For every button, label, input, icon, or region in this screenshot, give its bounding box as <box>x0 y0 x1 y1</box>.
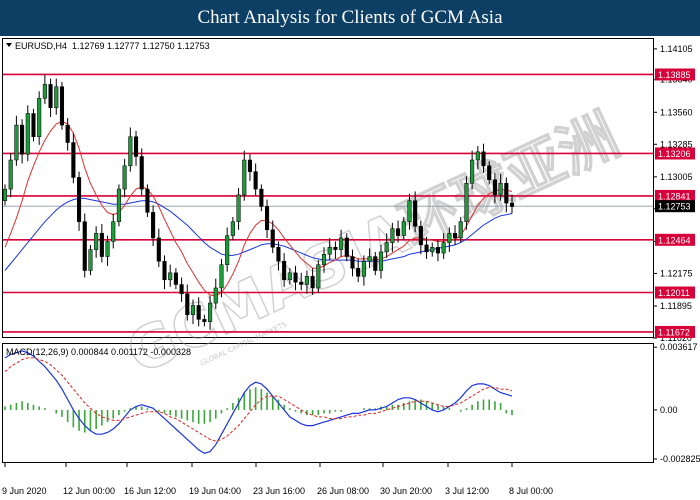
candle <box>470 150 475 190</box>
candle <box>122 158 127 198</box>
time-axis: 9 Jun 2020 12 Jun 00:00 16 Jun 12:00 19 Jun… <box>2 463 553 496</box>
candle <box>31 108 36 142</box>
ohlc-values: 1.12769 1.12777 1.12750 1.12753 <box>72 41 210 51</box>
watermark-logo: GCMASIA环球亚洲 GLOBAL CAPITAL MARKETS <box>116 100 629 388</box>
time-tick-label: 3 Jul 12:00 <box>445 486 489 496</box>
candle <box>316 260 321 293</box>
macd-layer <box>4 350 513 454</box>
candle <box>14 115 19 166</box>
level-tag-label: 1.12464 <box>658 235 691 245</box>
candle <box>145 184 150 218</box>
candle <box>116 184 121 227</box>
time-tick-label: 12 Jun 00:00 <box>63 486 115 496</box>
candle <box>25 105 30 162</box>
candle <box>88 244 93 276</box>
candle <box>48 78 53 117</box>
time-tick-label: 23 Jun 16:00 <box>253 486 305 496</box>
candle <box>2 184 8 206</box>
level-tag-label: 1.11672 <box>658 327 690 337</box>
price-tick-label: 1.13560 <box>660 107 693 117</box>
candle <box>37 91 42 145</box>
candle <box>111 213 116 249</box>
candle <box>133 130 139 166</box>
header-banner: Chart Analysis for Clients of GCM Asia <box>0 0 700 36</box>
candle <box>173 268 178 290</box>
candle <box>42 75 47 105</box>
macd-tick-label: -0.002825 <box>660 454 700 464</box>
candle <box>77 171 82 231</box>
level-tag-label: 1.13885 <box>658 70 691 80</box>
price-chart[interactable]: GCMASIA环球亚洲 GLOBAL CAPITAL MARKETS 1.141… <box>0 36 700 500</box>
candle <box>259 184 264 212</box>
macd-label: MACD(12,26,9) 0.000844 0.001172 -0.00032… <box>6 347 191 357</box>
candle <box>230 217 235 241</box>
time-tick-label: 19 Jun 04:00 <box>189 486 241 496</box>
symbol-dropdown-icon[interactable] <box>6 43 12 47</box>
candle <box>162 255 167 290</box>
candle <box>168 264 173 287</box>
page-title: Chart Analysis for Clients of GCM Asia <box>197 7 503 28</box>
symbol-name: EURUSD,H4 <box>15 41 67 51</box>
candle <box>139 148 144 197</box>
time-tick-label: 30 Jun 20:00 <box>380 486 432 496</box>
level-tag: 1.12841 <box>655 189 695 202</box>
time-tick-label: 8 Jul 00:00 <box>509 486 553 496</box>
candle <box>94 226 99 258</box>
level-tag: 1.12011 <box>655 286 695 299</box>
candle <box>128 127 133 172</box>
candle <box>59 82 65 130</box>
macd-tick-label: 0.003617 <box>660 342 698 352</box>
candle <box>8 153 13 198</box>
time-tick-label: 9 Jun 2020 <box>2 486 47 496</box>
candle <box>225 227 230 272</box>
current-price-label: 1.12753 <box>658 202 691 212</box>
candle <box>253 163 258 197</box>
level-tag: 1.12464 <box>655 233 695 246</box>
level-tag: 1.13885 <box>655 68 695 81</box>
time-tick-label: 16 Jun 12:00 <box>124 486 176 496</box>
macd-axis: 0.003617 0.00 -0.002825 <box>653 342 700 464</box>
current-price-tag: 1.12753 <box>655 200 695 213</box>
level-tag-label: 1.13206 <box>658 149 691 159</box>
watermark-text: GCMASIA环球亚洲 <box>117 101 629 388</box>
price-tick-label: 1.14105 <box>660 44 693 54</box>
level-tag-label: 1.12841 <box>658 191 691 201</box>
level-tag-label: 1.12011 <box>658 288 690 298</box>
level-tag: 1.11672 <box>655 325 695 338</box>
candle <box>242 150 247 201</box>
candle <box>99 223 104 263</box>
candle <box>20 119 25 164</box>
time-tick-label: 26 Jun 08:00 <box>317 486 369 496</box>
candle <box>82 213 87 278</box>
candle <box>264 199 270 238</box>
candle <box>54 78 59 115</box>
candle <box>236 187 241 230</box>
macd-tick-label: 0.00 <box>660 405 678 415</box>
price-tick-label: 1.12175 <box>660 268 693 278</box>
level-tag: 1.13206 <box>655 147 695 160</box>
macd-panel-frame <box>2 343 654 463</box>
candle <box>156 228 161 268</box>
candle <box>464 176 469 230</box>
candle <box>247 154 253 181</box>
price-tick-label: 1.13005 <box>660 172 693 182</box>
candle <box>71 133 76 184</box>
macd-signal-line <box>4 357 513 442</box>
price-tick-label: 1.11895 <box>660 301 692 311</box>
